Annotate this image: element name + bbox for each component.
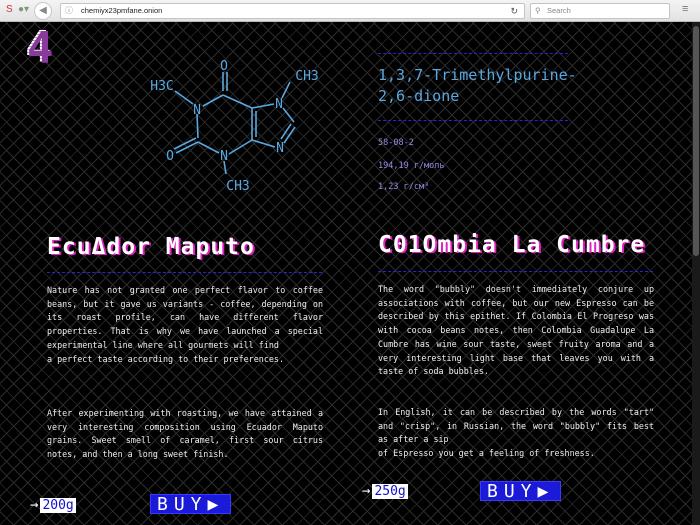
compound-name-line2: 2,6-dione [378, 87, 460, 105]
compound-name-line1: 1,3,7-Trimethylpurine- [378, 66, 577, 84]
weight-selector[interactable]: → 250g [362, 483, 408, 499]
atom-label: O [220, 59, 228, 74]
divider [378, 271, 653, 272]
bond [222, 94, 253, 109]
play-arrow-icon: ▶ [207, 494, 225, 515]
bond [282, 107, 295, 123]
bond [281, 81, 291, 99]
product-description: In English, it can be described by the w… [378, 407, 654, 459]
product-description: After experimenting with roasting, we ha… [47, 408, 323, 460]
weight-selector[interactable]: → 200g [30, 497, 76, 513]
atom-label: CH3 [295, 69, 318, 84]
bond [280, 123, 292, 140]
bond [175, 141, 199, 154]
arrow-right-icon: → [30, 497, 39, 513]
bond [174, 90, 194, 105]
bond [283, 126, 296, 144]
atom-label: N [193, 103, 201, 118]
bond [228, 139, 253, 155]
atom-label: N [275, 97, 283, 112]
bond [202, 94, 224, 107]
weight-value[interactable]: 200g [40, 497, 76, 513]
buy-button[interactable]: BUY▶ [150, 494, 232, 515]
atom-label: CH3 [226, 179, 249, 194]
atom-label: N [220, 149, 228, 164]
divider [378, 53, 568, 54]
bond [251, 139, 276, 148]
density: 1,23 г/см³ [378, 182, 430, 192]
product-title: EcuΔdor Maputo [47, 234, 255, 260]
product-description: Nature has not granted one perfect flavo… [47, 285, 323, 364]
weight-value[interactable]: 250g [372, 483, 408, 499]
divider [378, 120, 568, 121]
molar-mass: 194,19 г/моль [378, 161, 445, 171]
buy-label: BUY [157, 494, 208, 515]
atom-label: O [166, 149, 174, 164]
product-description: The word "bubbly" doesn't immediately co… [378, 284, 654, 377]
arrow-right-icon: → [362, 483, 371, 499]
bond [251, 103, 275, 109]
atom-label: H3C [150, 79, 173, 94]
divider [47, 272, 322, 273]
buy-button[interactable]: BUY▶ [480, 481, 562, 502]
bond [173, 137, 197, 150]
bond [197, 141, 220, 154]
buy-label: BUY [487, 481, 538, 502]
product-title: C01Ombia La Cumbre [378, 232, 646, 258]
cas-number: 58-08-2 [378, 138, 414, 148]
play-arrow-icon: ▶ [537, 481, 555, 502]
atom-label: N [276, 141, 284, 156]
